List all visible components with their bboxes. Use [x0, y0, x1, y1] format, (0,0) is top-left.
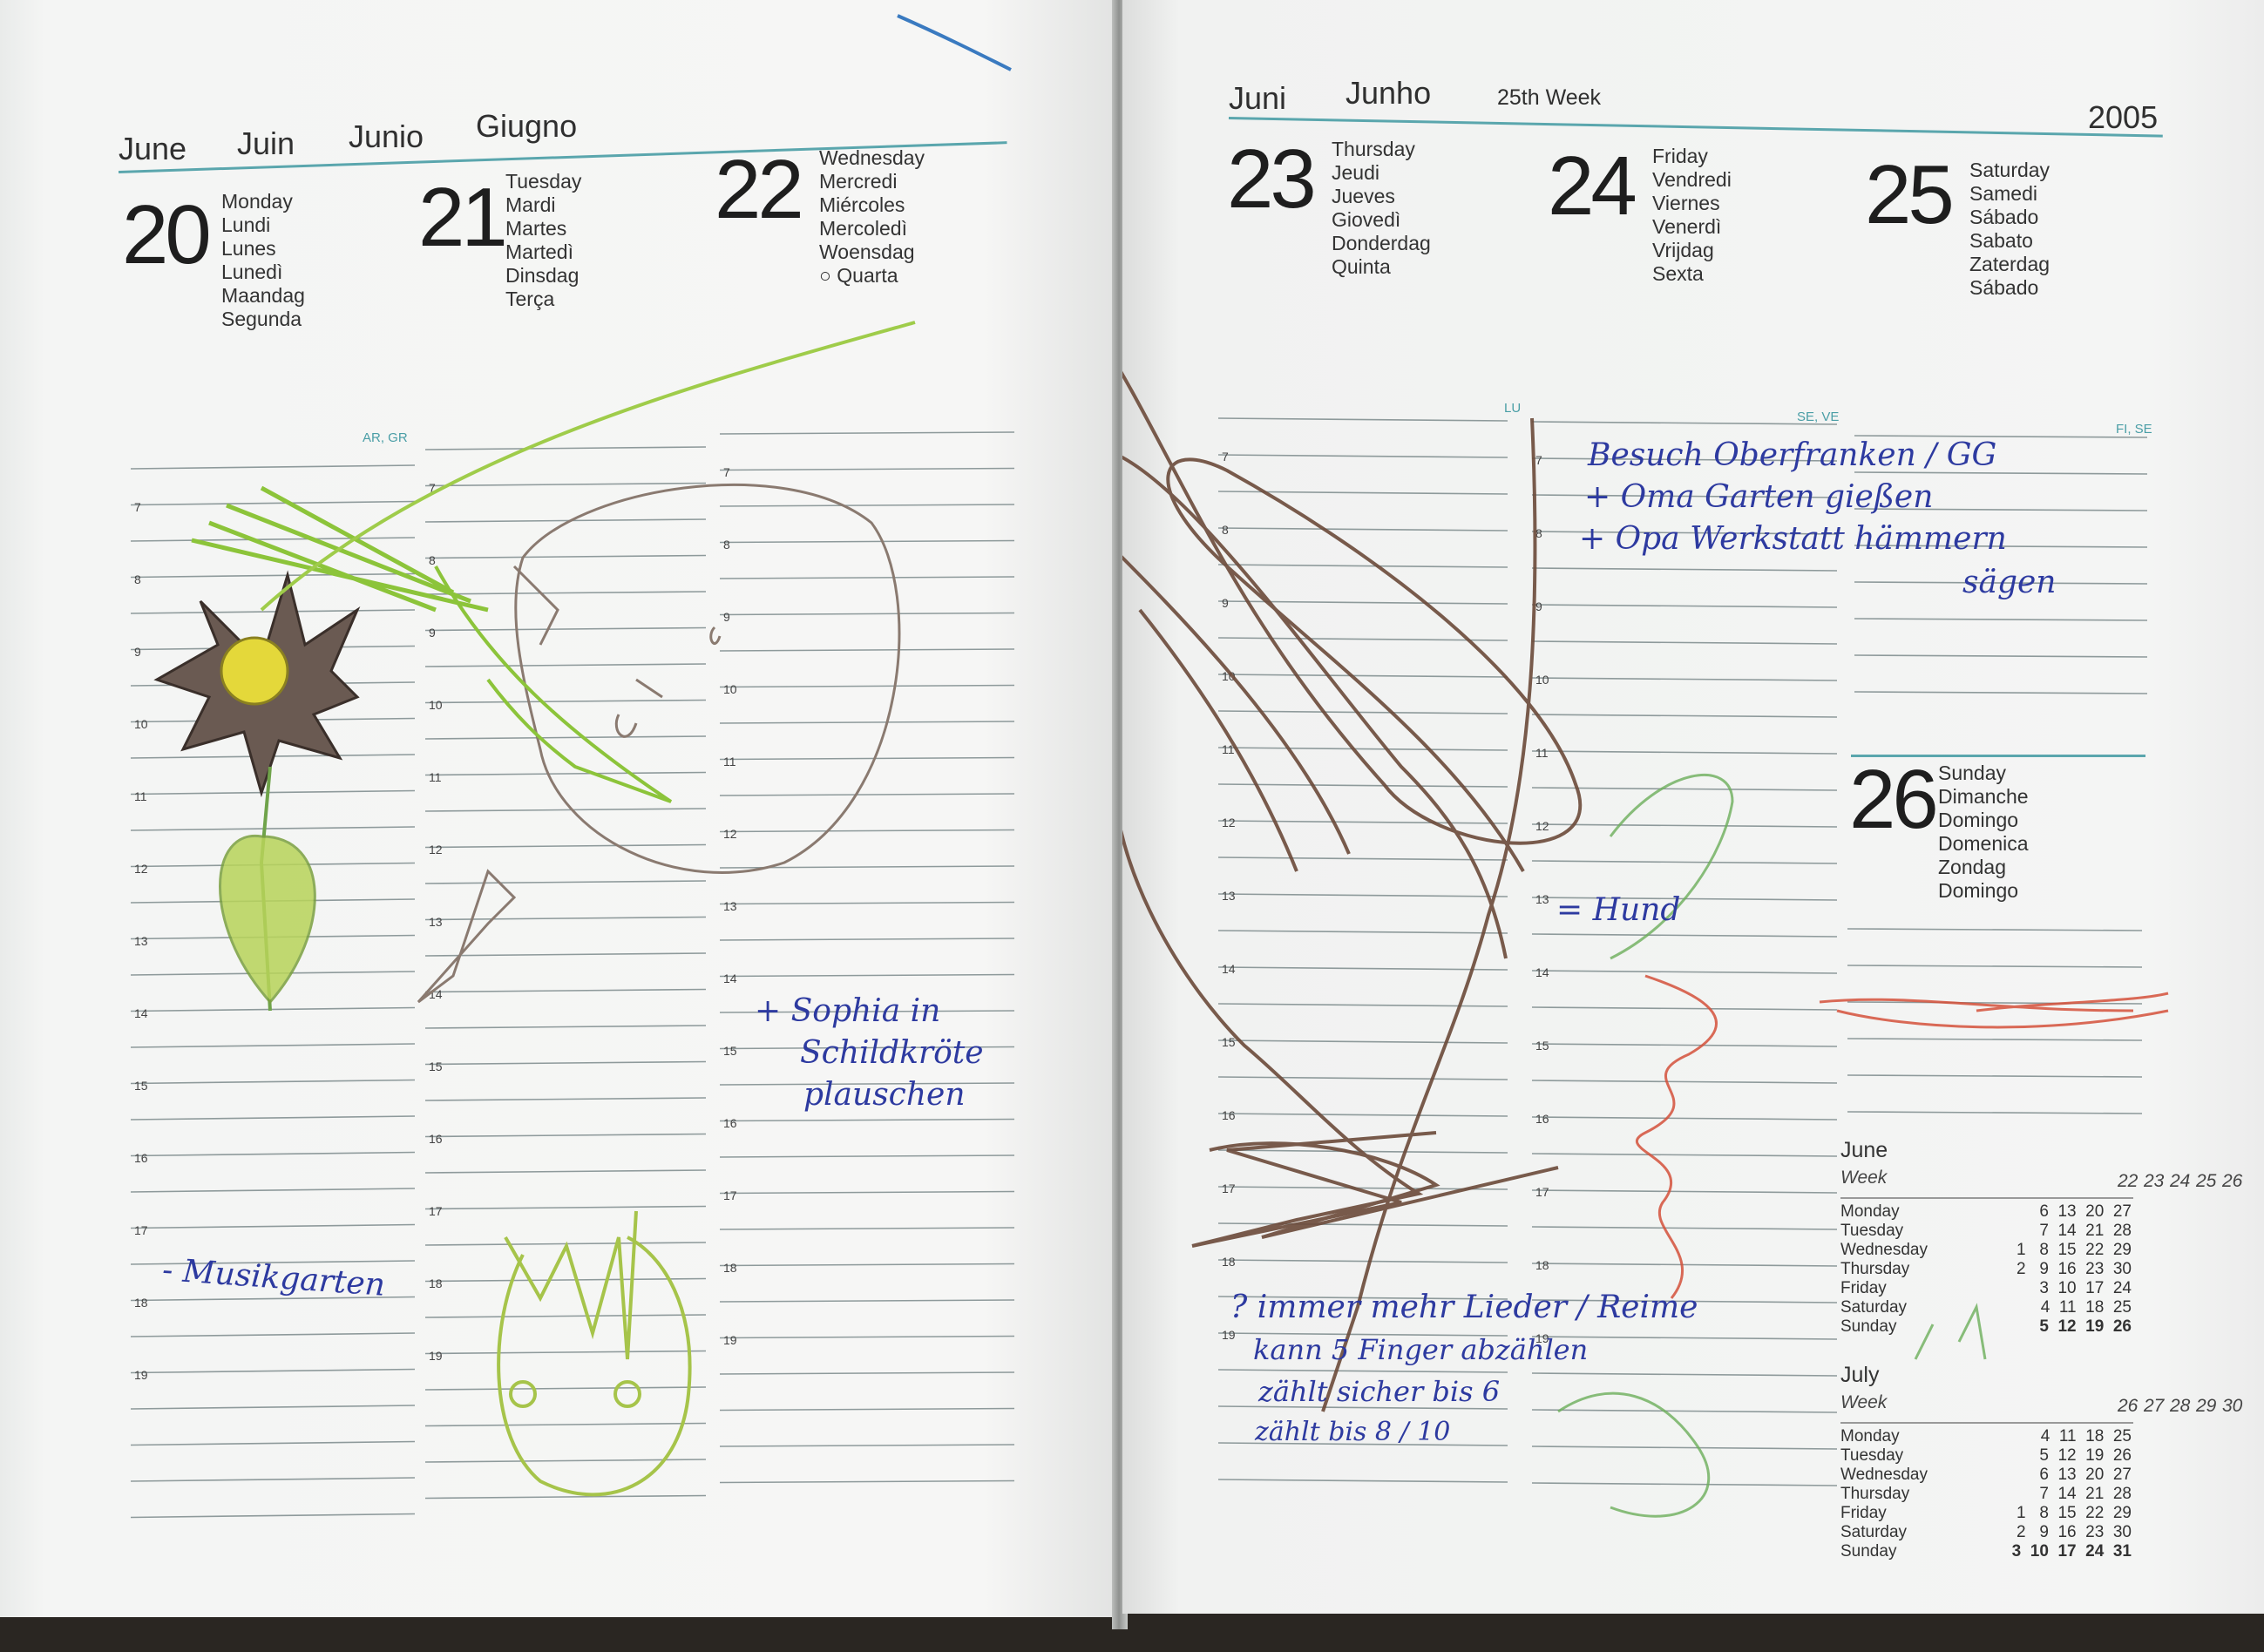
note-sophia-1: + Sophia in — [755, 993, 941, 1029]
note-line-2: kann 5 Finger abzählen — [1253, 1333, 1589, 1366]
right-page: Juni Junho 25th Week 2005 23 Thursday Je… — [1122, 0, 2264, 1614]
note-sophia-2: Schildkröte — [800, 1035, 984, 1071]
red-scribble — [1636, 974, 2169, 1299]
face-circle-drawing — [417, 483, 901, 1004]
flower-drawing — [153, 321, 916, 1012]
note-opa: + Opa Werkstatt hämmern — [1579, 521, 2007, 557]
note-oma: + Oma Garten gießen — [1584, 479, 1934, 515]
note-hund: = Hund — [1556, 892, 1681, 928]
green-animal-drawing — [497, 1210, 692, 1497]
note-line-1: ? immer mehr Lieder / Reime — [1230, 1290, 1698, 1325]
note-line-4: zählt bis 8 / 10 — [1255, 1417, 1451, 1447]
left-page: June Juin Junio Giugno 20 Monday Lundi L… — [0, 0, 1117, 1617]
blue-scribble — [897, 14, 1012, 71]
child-drawings-left — [153, 14, 1012, 1497]
note-saegen: sägen — [1962, 565, 2057, 600]
note-sophia-3: plauschen — [803, 1077, 966, 1113]
open-diary-spread: June Juin Junio Giugno 20 Monday Lundi L… — [0, 0, 2264, 1652]
child-drawings-right — [1122, 370, 2169, 1518]
green-scribble — [1557, 774, 1987, 1518]
note-line-3: zählt sicher bis 6 — [1258, 1375, 1501, 1408]
green-stroke — [434, 565, 673, 803]
note-besuch: Besuch Oberfranken / GG — [1588, 437, 1997, 473]
brown-scribble — [1122, 370, 1583, 1412]
